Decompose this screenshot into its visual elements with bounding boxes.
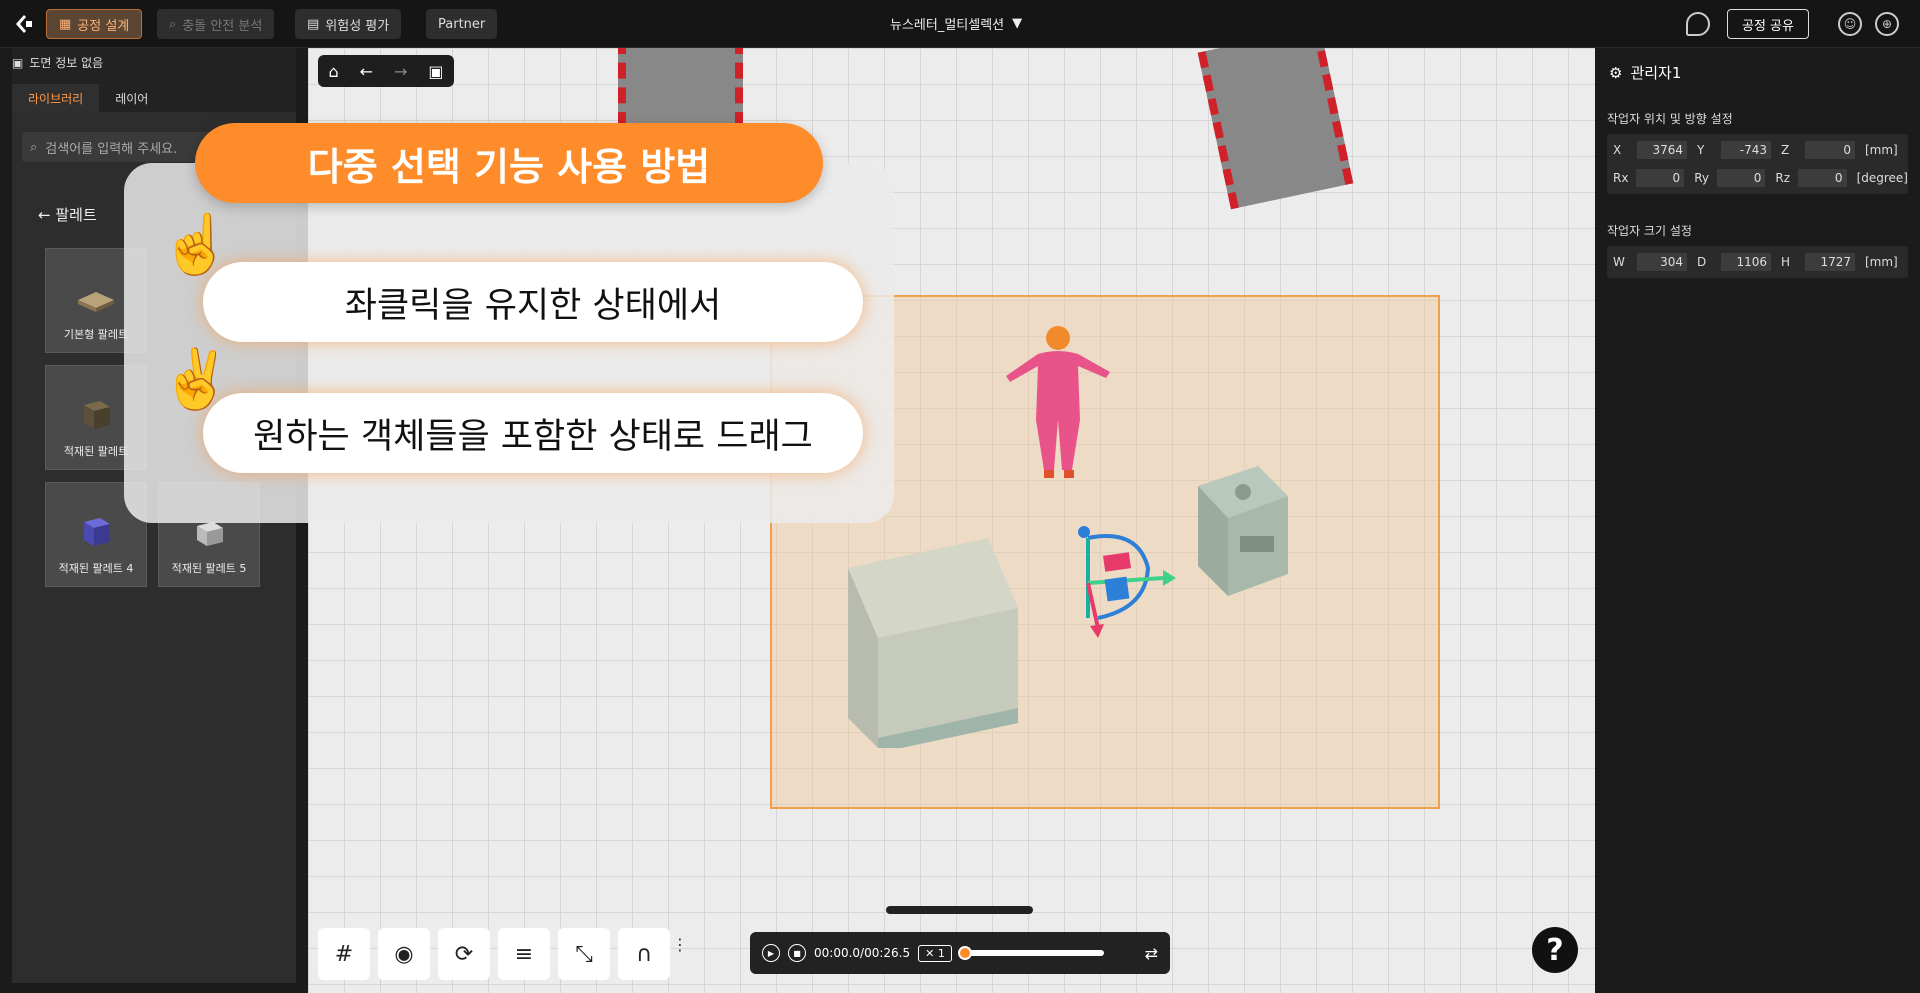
rx-field[interactable]: 0	[1636, 169, 1685, 187]
magnifier-icon: ⌕	[169, 16, 177, 32]
tutorial-title: 다중 선택 기능 사용 방법	[195, 123, 823, 203]
loaded-pallet-icon	[84, 401, 110, 429]
blueprint-icon: ▣	[12, 55, 24, 70]
drawing-info: ▣ 도면 정보 없음	[12, 55, 104, 71]
depth-field[interactable]: 1106	[1721, 253, 1771, 271]
help-button[interactable]: ?	[1532, 927, 1578, 973]
width-field[interactable]: 304	[1637, 253, 1687, 271]
timeline-slider[interactable]	[957, 946, 1104, 960]
position-fields: X 3764 Y -743 Z0 [mm] Rx 0 Ry 0 Rz 0 [degree]	[1607, 134, 1908, 194]
ry-field[interactable]: 0	[1717, 169, 1766, 187]
user-icon[interactable]: ☺	[1838, 12, 1862, 36]
position-section-label: 작업자 위치 및 방향 설정	[1607, 112, 1733, 126]
size-fields: W 304 D 1106 H 1727 [mm]	[1607, 246, 1908, 278]
properties-panel: ⚙ 관리자1 작업자 위치 및 방향 설정 X 3764 Y -743 Z0 [mm…	[1595, 48, 1920, 993]
project-title[interactable]: 뉴스레터_멀티셀렉션 ▼	[890, 14, 1022, 33]
worker-figure[interactable]	[998, 320, 1118, 480]
eye-icon[interactable]: ◉	[378, 928, 430, 980]
drag-handle[interactable]	[886, 906, 1033, 914]
logo-icon[interactable]	[12, 12, 36, 36]
conveyor-object[interactable]	[1197, 48, 1354, 210]
undo-icon[interactable]: ←	[360, 62, 373, 81]
tab-risk-assessment[interactable]: ▤ 위험성 평가	[295, 9, 402, 39]
y-field[interactable]: -743	[1721, 141, 1771, 159]
globe-icon[interactable]: ⊕	[1875, 12, 1899, 36]
bottom-toolbar: # ◉ ⟳ ≡ ⤡ ∩	[318, 928, 670, 980]
time-display: 00:00.0/00:26.5	[814, 946, 911, 960]
factory-icon: ▦	[59, 16, 72, 32]
arrow-left-icon: ←	[38, 206, 51, 224]
z-field[interactable]: 0	[1805, 141, 1855, 159]
search-icon: ⌕	[30, 139, 38, 155]
playback-controls: ▶ ■ 00:00.0/00:26.5 ✕ 1 ⇄	[750, 932, 1170, 974]
loop-icon[interactable]: ⇄	[1145, 944, 1158, 963]
redo-icon[interactable]: →	[394, 62, 407, 81]
size-section-label: 작업자 크기 설정	[1607, 224, 1692, 238]
top-bar: ▦ 공정 설계 ⌕ 충돌 안전 분석 ▤ 위험성 평가 Partner 뉴스레터…	[0, 0, 1920, 48]
loaded-pallet-icon	[84, 518, 110, 546]
worker-icon: ⚙	[1609, 63, 1623, 82]
align-icon[interactable]: ≡	[498, 928, 550, 980]
tutorial-step-2: 원하는 객체들을 포함한 상태로 드래그	[203, 393, 863, 473]
save-icon[interactable]: ▣	[428, 62, 443, 81]
chat-icon[interactable]	[1686, 12, 1710, 36]
tab-layer[interactable]: 레이어	[99, 84, 164, 112]
stop-icon[interactable]: ■	[788, 944, 806, 962]
scale-icon[interactable]: ⤡	[558, 928, 610, 980]
view-toolbar: ⌂ ← → ▣	[318, 55, 454, 87]
chevron-down-icon: ▼	[1012, 16, 1023, 31]
more-icon[interactable]: ⋮	[672, 935, 688, 954]
rotate-icon[interactable]: ⟳	[438, 928, 490, 980]
magnet-icon[interactable]: ∩	[618, 928, 670, 980]
box-object[interactable]	[838, 538, 1028, 748]
height-field[interactable]: 1727	[1805, 253, 1855, 271]
tab-library[interactable]: 라이브러리	[12, 84, 100, 112]
tab-process-design[interactable]: ▦ 공정 설계	[46, 9, 143, 39]
speed-button[interactable]: ✕ 1	[918, 944, 952, 962]
sidebar-tabs: 라이브러리 레이어	[12, 84, 296, 112]
home-icon[interactable]: ⌂	[328, 62, 338, 81]
play-icon[interactable]: ▶	[762, 944, 780, 962]
document-icon: ▤	[307, 16, 320, 32]
machine-object[interactable]	[1188, 466, 1298, 596]
pallet-icon	[78, 292, 114, 312]
timeline-thumb[interactable]	[957, 946, 972, 960]
rz-field[interactable]: 0	[1798, 169, 1847, 187]
conveyor-object[interactable]	[618, 48, 743, 128]
share-button[interactable]: 공정 공유	[1727, 9, 1809, 39]
back-button[interactable]: ← 팔레트	[38, 204, 97, 225]
transform-gizmo[interactable]	[1068, 508, 1178, 638]
object-title: ⚙ 관리자1	[1609, 63, 1682, 83]
tutorial-step-1: 좌클릭을 유지한 상태에서	[203, 262, 863, 342]
grid-icon[interactable]: #	[318, 928, 370, 980]
x-field[interactable]: 3764	[1637, 141, 1687, 159]
tab-partner[interactable]: Partner	[426, 9, 498, 39]
victory-hand-icon: ✌️	[160, 345, 233, 413]
tab-collision-analysis[interactable]: ⌕ 충돌 안전 분석	[157, 9, 275, 39]
pointing-hand-icon: ☝️	[160, 210, 233, 278]
